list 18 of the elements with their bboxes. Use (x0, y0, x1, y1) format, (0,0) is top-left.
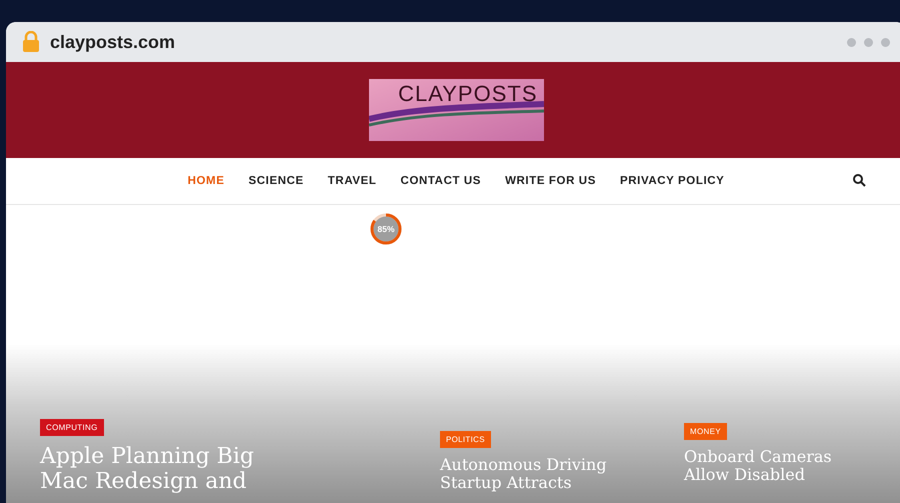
nav-link[interactable]: WRITE FOR US (505, 175, 596, 187)
category-tag[interactable]: COMPUTING (40, 419, 104, 436)
category-tag[interactable]: POLITICS (440, 431, 491, 448)
lock-icon (22, 31, 40, 53)
window-dot (864, 38, 873, 46)
nav-link[interactable]: PRIVACY POLICY (620, 175, 724, 187)
window-dot (881, 38, 890, 46)
nav-link[interactable]: TRAVEL (328, 175, 377, 187)
address-text[interactable]: clayposts.com (50, 32, 176, 52)
site-logo[interactable]: CLAYPOSTS (368, 79, 544, 141)
progress-reading: 85% (378, 224, 394, 234)
category-tag[interactable]: MONEY (684, 423, 727, 440)
nav-link[interactable]: CONTACT US (400, 175, 482, 187)
nav-link[interactable]: HOME (188, 175, 224, 187)
nav-link[interactable]: SCIENCE (248, 175, 304, 187)
progress-ring (370, 213, 402, 245)
window-dot (847, 38, 856, 46)
search-icon[interactable] (853, 174, 866, 187)
